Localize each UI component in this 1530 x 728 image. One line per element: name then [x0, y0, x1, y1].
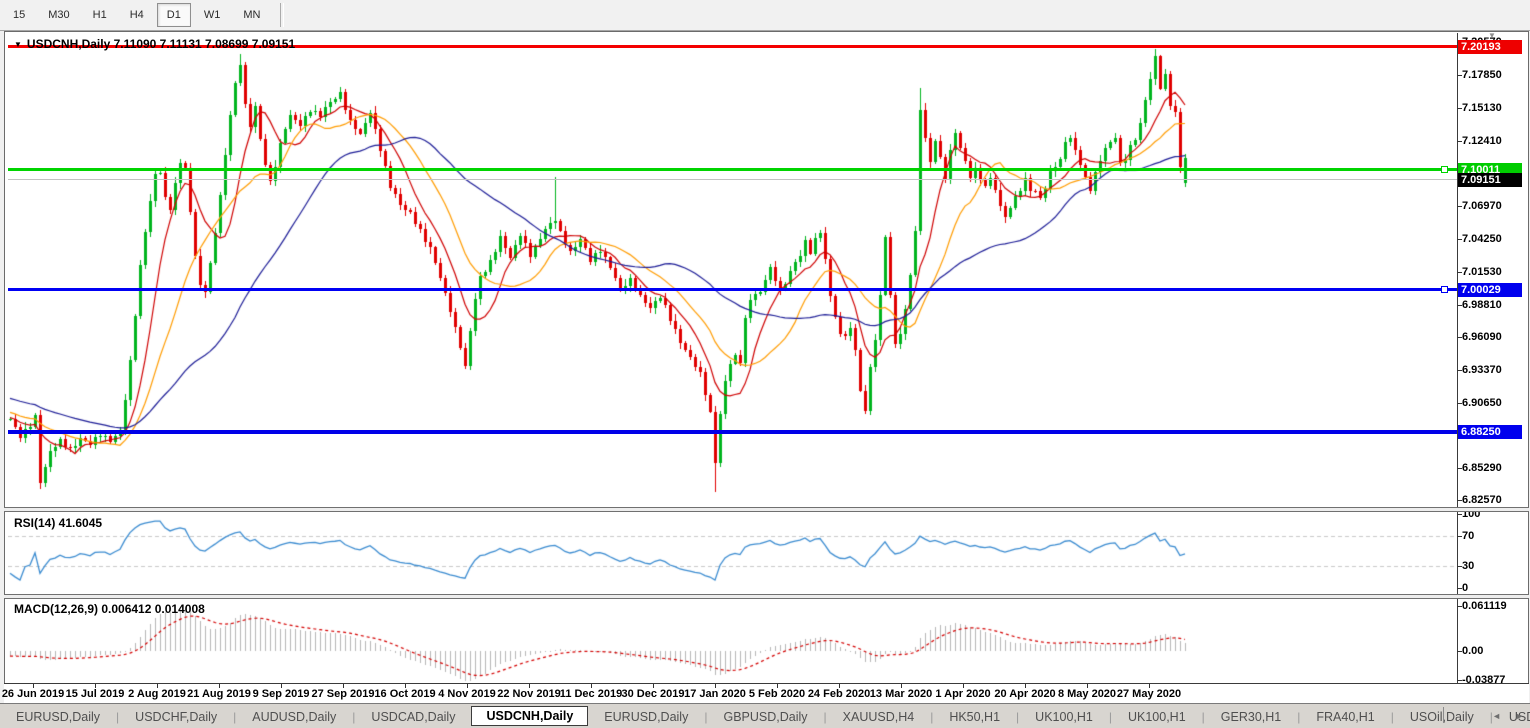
chart-tab-usdcad-daily[interactable]: USDCAD,Daily [355, 707, 471, 727]
date-axis-label: 5 Feb 2020 [749, 688, 805, 700]
rsi-axis-label: 30 [1462, 560, 1474, 572]
rsi-axis-tick [1457, 588, 1462, 589]
date-axis-label: 2 Aug 2019 [128, 688, 186, 700]
chart-tab-eurusd-daily[interactable]: EURUSD,Daily [588, 707, 704, 727]
chart-tab-usdcnh-daily[interactable]: USDCNH,Daily [471, 706, 588, 726]
price-badge: 7.00029 [1458, 283, 1522, 297]
price-axis-label: 6.93370 [1462, 364, 1502, 376]
price-badge: 6.88250 [1458, 425, 1522, 439]
hline-endpoint-handle[interactable] [1441, 166, 1448, 173]
chart-tab-eurusd-daily[interactable]: EURUSD,Daily [0, 707, 116, 727]
symbol-dropdown-icon[interactable]: ▼ [14, 40, 22, 49]
price-axis-label: 7.04250 [1462, 233, 1502, 245]
price-chart-canvas[interactable] [8, 33, 1457, 683]
price-axis-label: 6.96090 [1462, 331, 1502, 343]
date-axis-label: 1 Apr 2020 [935, 688, 990, 700]
horizontal-line-object[interactable] [8, 168, 1457, 171]
toolbar-separator [280, 3, 284, 27]
date-axis[interactable]: 26 Jun 201915 Jul 20192 Aug 201921 Aug 2… [4, 683, 1529, 703]
price-axis-label: 6.85290 [1462, 462, 1502, 474]
price-badge: 7.09151 [1458, 173, 1522, 187]
date-axis-label: 27 May 2020 [1117, 688, 1181, 700]
date-axis-label: 27 Sep 2019 [312, 688, 375, 700]
chart-tab-usoil-daily[interactable]: USOil,Daily [1394, 707, 1490, 727]
chart-tab-xauusd-h4[interactable]: XAUUSD,H4 [827, 707, 931, 727]
macd-pane-splitter[interactable] [4, 594, 1529, 599]
price-axis-label: 7.06970 [1462, 200, 1502, 212]
date-axis-label: 4 Nov 2019 [438, 688, 495, 700]
tab-scroll-left-icon[interactable]: ◄ [1492, 711, 1501, 721]
timeframe-toolbar: 15M30H1H4D1W1MN [0, 0, 1530, 31]
date-axis-label: 16 Oct 2019 [374, 688, 435, 700]
macd-axis-tick [1457, 680, 1462, 681]
date-axis-label: 20 Apr 2020 [994, 688, 1055, 700]
date-axis-label: 22 Nov 2019 [497, 688, 561, 700]
date-axis-label: 17 Jan 2020 [684, 688, 746, 700]
macd-axis-tick [1457, 606, 1462, 607]
date-axis-label: 15 Jul 2019 [66, 688, 125, 700]
hline-endpoint-handle[interactable] [1441, 286, 1448, 293]
date-axis-label: 26 Jun 2019 [2, 688, 64, 700]
timeframe-button-h1[interactable]: H1 [83, 3, 117, 27]
timeframe-button-15[interactable]: 15 [3, 3, 35, 27]
chart-tab-gbpusd-daily[interactable]: GBPUSD,Daily [707, 707, 823, 727]
tab-scroll-right-icon[interactable]: ► [1515, 711, 1524, 721]
rsi-axis-tick [1457, 566, 1462, 567]
macd-axis-tick [1457, 651, 1462, 652]
price-axis-label: 6.82570 [1462, 494, 1502, 506]
price-axis-label: 6.98810 [1462, 299, 1502, 311]
date-axis-label: 8 May 2020 [1058, 688, 1116, 700]
chart-tab-uk100-h1[interactable]: UK100,H1 [1019, 707, 1109, 727]
macd-axis-label: 0.061119 [1462, 600, 1507, 612]
horizontal-line-object[interactable] [8, 430, 1457, 434]
tab-bar-end-separator [1443, 707, 1444, 723]
price-axis-label: 7.15130 [1462, 102, 1502, 114]
date-axis-label: 24 Feb 2020 [808, 688, 870, 700]
current-price-line [8, 179, 1457, 180]
chart-tab-uk100-h1[interactable]: UK100,H1 [1112, 707, 1202, 727]
chart-symbol-label: USDCNH,Daily [27, 37, 110, 51]
timeframe-button-mn[interactable]: MN [233, 3, 270, 27]
macd-indicator-label: MACD(12,26,9) 0.006412 0.014008 [14, 602, 205, 616]
horizontal-line-object[interactable] [8, 288, 1457, 291]
price-axis-label: 7.12410 [1462, 135, 1502, 147]
price-axis-label: 7.17850 [1462, 69, 1502, 81]
rsi-axis-label: 0 [1462, 582, 1468, 594]
rsi-indicator-label: RSI(14) 41.6045 [14, 516, 102, 530]
date-axis-label: 13 Mar 2020 [870, 688, 932, 700]
chart-tab-usdchf-daily[interactable]: USDCHF,Daily [119, 707, 233, 727]
rsi-pane-splitter[interactable] [4, 507, 1529, 512]
date-axis-label: 11 Dec 2019 [560, 688, 622, 700]
date-axis-label: 9 Sep 2019 [253, 688, 310, 700]
chart-shift-marker-icon[interactable]: ▼ [1488, 31, 1496, 40]
rsi-axis-tick [1457, 514, 1462, 515]
date-axis-label: 30 Dec 2019 [622, 688, 685, 700]
price-badge: 7.20193 [1458, 40, 1522, 54]
trading-platform-window: 15M30H1H4D1W1MN ▼ USDCNH,Daily 7.11090 7.… [0, 0, 1530, 728]
chart-ohlc-values: 7.11090 7.11131 7.08699 7.09151 [114, 37, 296, 51]
timeframe-button-h4[interactable]: H4 [120, 3, 154, 27]
macd-axis-label: 0.00 [1462, 645, 1483, 657]
chart-tab-ger30-h1[interactable]: GER30,H1 [1205, 707, 1297, 727]
timeframe-button-d1[interactable]: D1 [157, 3, 191, 27]
rsi-axis-tick [1457, 536, 1462, 537]
timeframe-button-w1[interactable]: W1 [194, 3, 231, 27]
price-axis-label: 7.01530 [1462, 266, 1502, 278]
chart-tab-bar: EURUSD,Daily|USDCHF,Daily|AUDUSD,Daily|U… [0, 703, 1530, 728]
price-axis-separator [1457, 33, 1458, 683]
price-axis-label: 6.90650 [1462, 397, 1502, 409]
chart-title: ▼ USDCNH,Daily 7.11090 7.11131 7.08699 7.… [14, 37, 295, 51]
rsi-axis-label: 70 [1462, 530, 1474, 542]
chart-tab-hk50-h1[interactable]: HK50,H1 [933, 707, 1016, 727]
chart-tab-fra40-h1[interactable]: FRA40,H1 [1300, 707, 1390, 727]
timeframe-button-m30[interactable]: M30 [38, 3, 79, 27]
chart-tab-audusd-daily[interactable]: AUDUSD,Daily [236, 707, 352, 727]
date-axis-label: 21 Aug 2019 [187, 688, 251, 700]
